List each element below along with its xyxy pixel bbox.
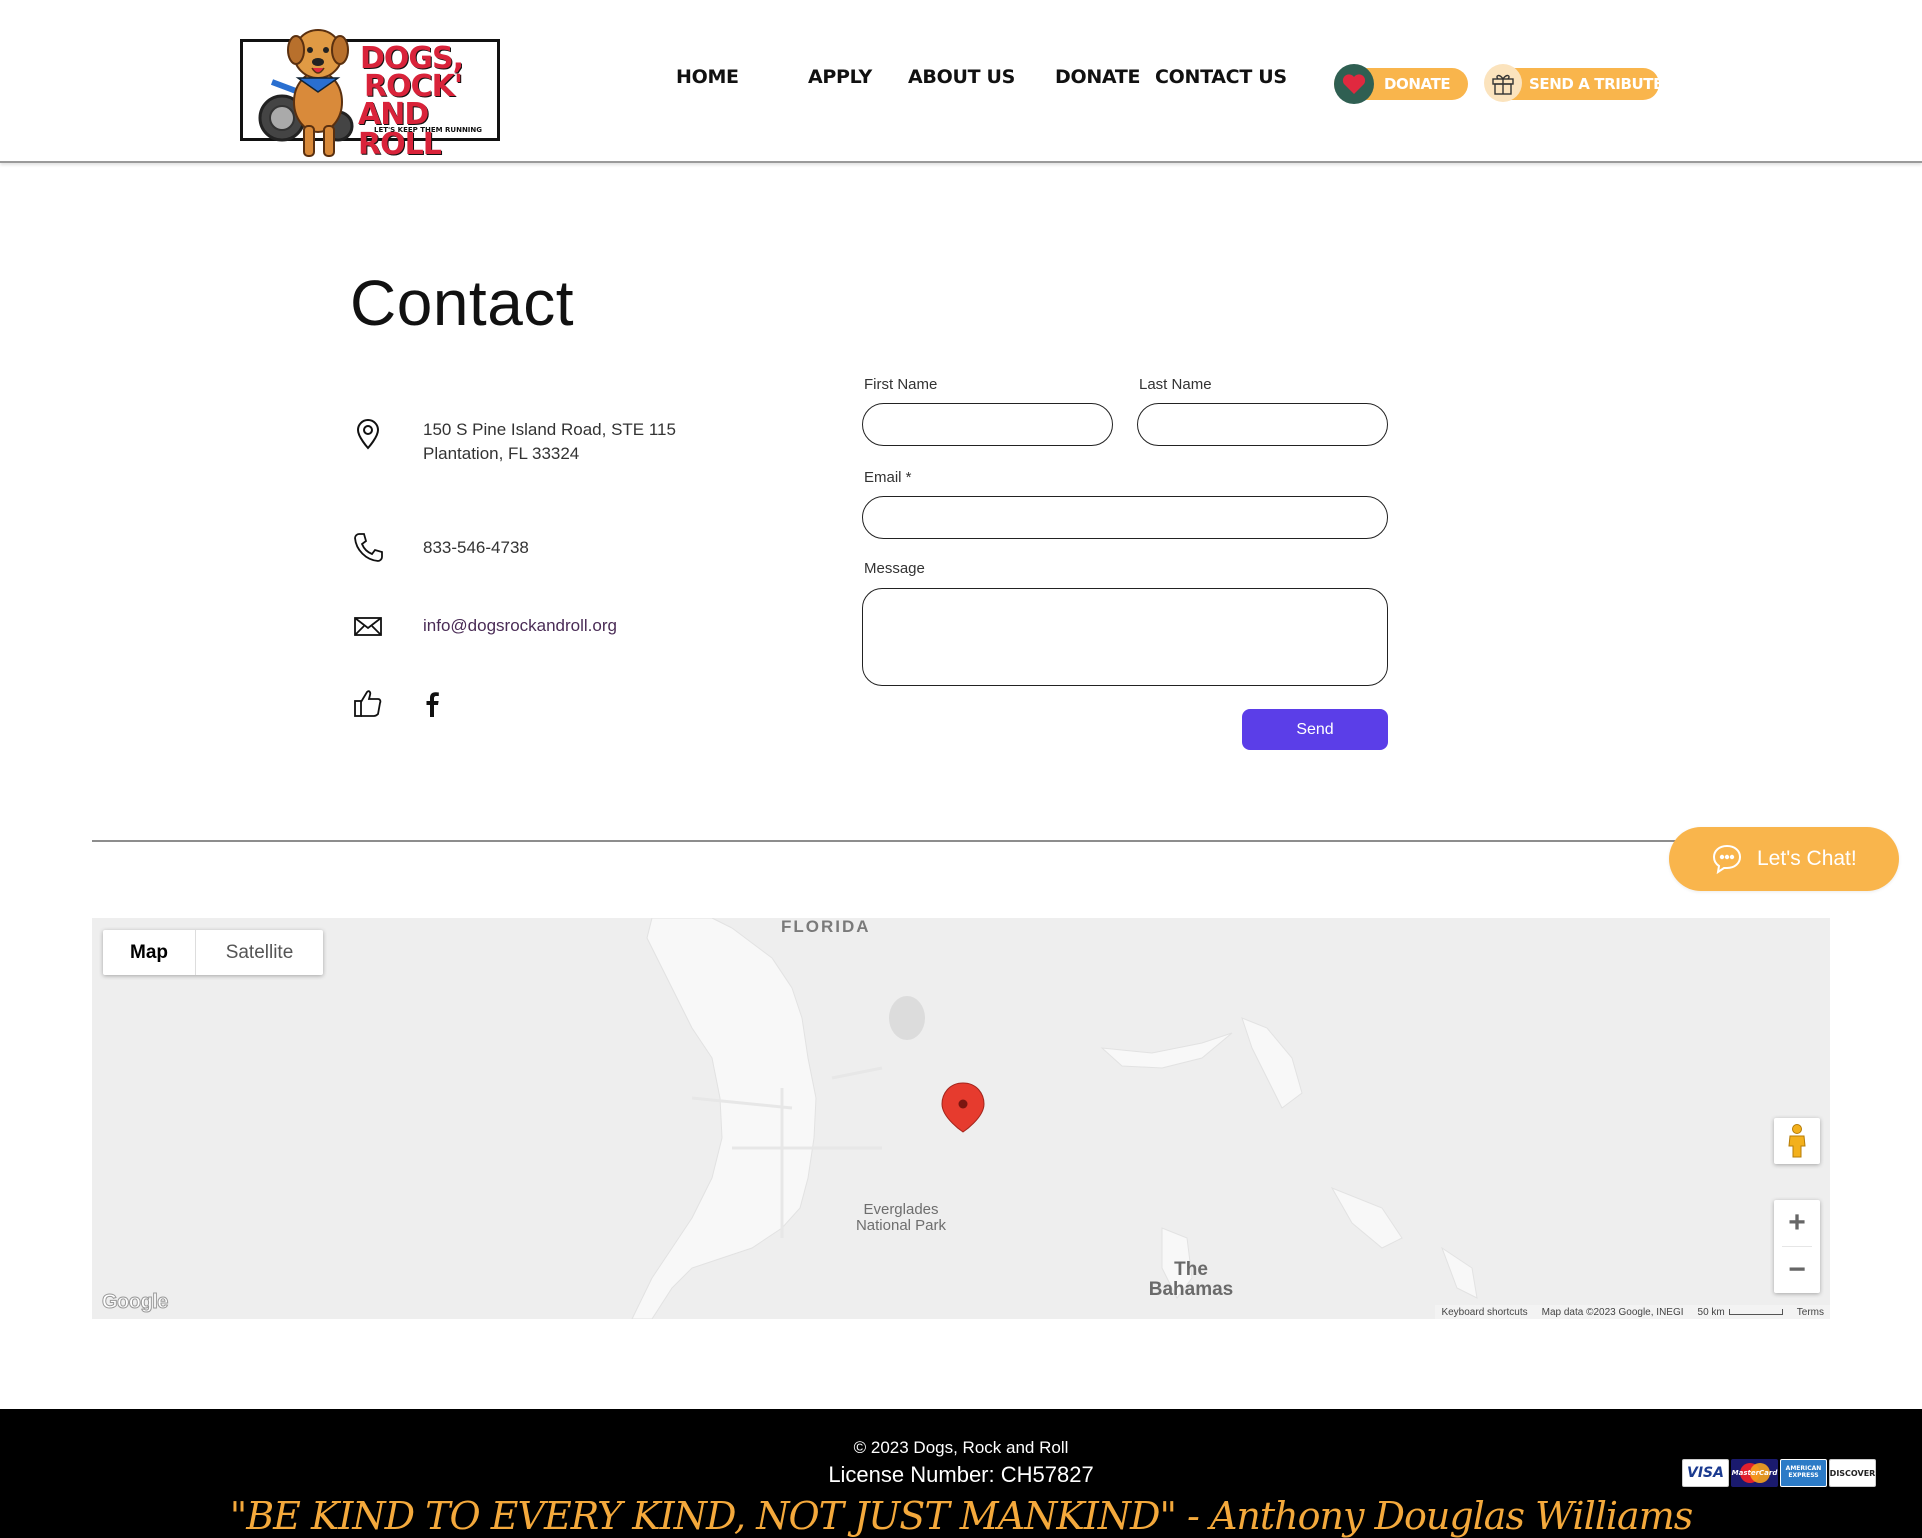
- zoom-out-button[interactable]: −: [1774, 1247, 1820, 1293]
- map-label-bahamas: The Bahamas: [1146, 1260, 1236, 1300]
- mastercard-label: MasterCard: [1731, 1469, 1778, 1477]
- page-title: Contact: [350, 267, 575, 339]
- email-link[interactable]: info@dogsrockandroll.org: [423, 614, 617, 638]
- scale-bar: [1728, 1308, 1783, 1315]
- map-label-everglades-line2: National Park: [855, 1216, 947, 1234]
- mastercard-icon: MasterCard: [1731, 1459, 1778, 1487]
- email-field[interactable]: [862, 496, 1388, 539]
- map-label-everglades: Everglades National Park: [846, 1202, 956, 1234]
- message-label: Message: [864, 560, 925, 577]
- map-type-map[interactable]: Map: [103, 930, 196, 975]
- send-button[interactable]: Send: [1242, 709, 1388, 750]
- map-label-everglades-line1: Everglades: [863, 1201, 939, 1218]
- keyboard-shortcuts-link[interactable]: Keyboard shortcuts: [1441, 1307, 1527, 1318]
- map-land-shapes: [631, 918, 1478, 1319]
- map-type-control: Map Satellite: [103, 930, 323, 975]
- map-label-florida: FLORIDA: [781, 918, 871, 936]
- visa-card-icon: VISA: [1682, 1459, 1729, 1487]
- lets-chat-button[interactable]: Let's Chat!: [1669, 827, 1899, 891]
- phone-icon: [354, 533, 383, 562]
- gift-icon: [1484, 64, 1522, 102]
- nav-apply[interactable]: APPLY: [808, 66, 872, 96]
- discover-card-icon: DISCOVER: [1829, 1459, 1876, 1487]
- nav-about-us[interactable]: ABOUT US: [908, 66, 1015, 96]
- location-marker-icon: [941, 1082, 985, 1133]
- map-type-satellite[interactable]: Satellite: [196, 930, 323, 975]
- message-field[interactable]: [862, 588, 1388, 686]
- copyright-text: © 2023 Dogs, Rock and Roll: [853, 1438, 1069, 1457]
- nav-donate[interactable]: DONATE: [1055, 66, 1141, 96]
- map-scale: 50 km: [1698, 1307, 1783, 1318]
- site-logo[interactable]: DOGS, ROCK' AND ROLL LET'S KEEP THEM RUN…: [238, 22, 502, 164]
- map-label-bahamas-line2: Bahamas: [1148, 1278, 1234, 1300]
- nav-contact-us[interactable]: CONTACT US: [1155, 66, 1287, 96]
- footer-quote: "BE KIND TO EVERY KIND, NOT JUST MANKIND…: [229, 1494, 1693, 1538]
- google-map[interactable]: Map Satellite FLORIDA Everglades Nationa…: [92, 918, 1830, 1319]
- street-view-pegman-icon[interactable]: [1774, 1118, 1820, 1164]
- map-label-bahamas-line1: The: [1174, 1259, 1208, 1280]
- site-header: DOGS, ROCK' AND ROLL LET'S KEEP THEM RUN…: [0, 0, 1922, 163]
- amex-card-icon: AMERICAN EXPRESS: [1780, 1459, 1827, 1487]
- address-line-1: 150 S Pine Island Road, STE 115: [423, 420, 676, 439]
- last-name-label: Last Name: [1139, 376, 1212, 393]
- chat-bubble-icon: [1712, 844, 1742, 875]
- mail-icon: [354, 617, 382, 636]
- first-name-label: First Name: [864, 376, 938, 393]
- terms-link[interactable]: Terms: [1797, 1307, 1824, 1318]
- first-name-field[interactable]: [862, 403, 1113, 446]
- phone-number[interactable]: 833-546-4738: [423, 536, 529, 560]
- payment-cards: VISA MasterCard AMERICAN EXPRESS DISCOVE…: [1682, 1459, 1876, 1487]
- license-number: License Number: CH57827: [828, 1462, 1094, 1487]
- map-scale-label: 50 km: [1697, 1306, 1725, 1318]
- zoom-in-button[interactable]: +: [1774, 1200, 1820, 1246]
- logo-tagline: LET'S KEEP THEM RUNNING: [374, 126, 483, 134]
- map-footer: Keyboard shortcuts Map data ©2023 Google…: [1435, 1305, 1830, 1319]
- map-data-attribution: Map data ©2023 Google, INEGI: [1541, 1306, 1684, 1318]
- address-line-2: Plantation, FL 33324: [423, 444, 580, 463]
- dog-mascot-icon: [258, 29, 354, 157]
- heart-icon: [1334, 64, 1374, 104]
- google-logo[interactable]: Google: [102, 1291, 169, 1314]
- location-pin-icon: [356, 419, 380, 450]
- facebook-icon[interactable]: [420, 690, 444, 718]
- last-name-field[interactable]: [1137, 403, 1388, 446]
- email-label: Email *: [864, 469, 912, 486]
- nav-home[interactable]: HOME: [676, 66, 739, 96]
- zoom-control: + −: [1774, 1200, 1820, 1293]
- section-divider: [92, 840, 1792, 842]
- thumbs-up-icon: [354, 690, 382, 717]
- site-footer: © 2023 Dogs, Rock and Roll License Numbe…: [0, 1409, 1922, 1538]
- chat-label: Let's Chat!: [1757, 847, 1857, 870]
